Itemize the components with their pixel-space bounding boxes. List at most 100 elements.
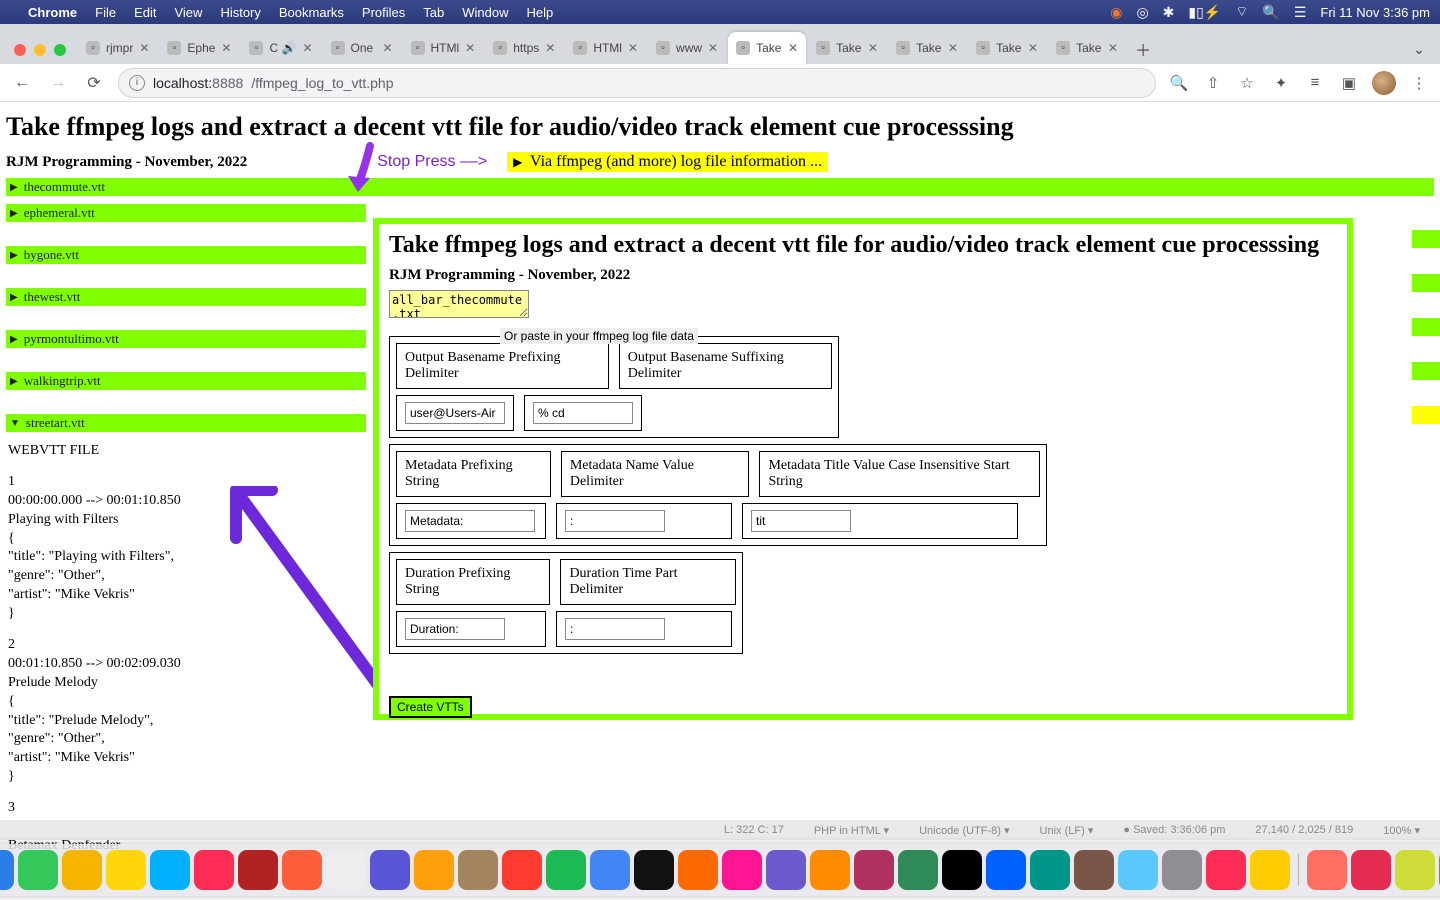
vtt-row[interactable]: ▶ ephemeral.vtt — [6, 204, 366, 222]
dock-app-icon[interactable] — [1162, 850, 1202, 890]
tab-close-icon[interactable]: ✕ — [382, 41, 392, 55]
duration-prefix-input[interactable] — [405, 618, 505, 640]
dock-app-icon[interactable] — [458, 850, 498, 890]
menu-help[interactable]: Help — [527, 5, 554, 20]
dock-app-icon[interactable] — [678, 850, 718, 890]
browser-tab[interactable]: ∘Take✕ — [968, 32, 1046, 64]
vtt-row[interactable]: ▶ pyrmontultimo.vtt — [6, 330, 366, 348]
reload-button[interactable]: ⟳ — [82, 73, 106, 93]
menu-profiles[interactable]: Profiles — [362, 5, 405, 20]
menu-window[interactable]: Window — [462, 5, 508, 20]
dock-app-icon[interactable] — [986, 850, 1026, 890]
browser-tab[interactable]: ∘Take✕ — [728, 32, 806, 64]
bluetooth-icon[interactable]: ✱ — [1163, 4, 1175, 21]
tab-close-icon[interactable]: ✕ — [708, 41, 718, 55]
profile-avatar[interactable] — [1372, 71, 1396, 95]
browser-tab[interactable]: ∘Take✕ — [808, 32, 886, 64]
dock-app-icon[interactable] — [282, 850, 322, 890]
dock-app-icon[interactable] — [766, 850, 806, 890]
menu-history[interactable]: History — [220, 5, 260, 20]
metadata-prefix-input[interactable] — [405, 510, 535, 532]
dock-app-icon[interactable] — [106, 850, 146, 890]
menu-bookmarks[interactable]: Bookmarks — [279, 5, 344, 20]
dock-app-icon[interactable] — [0, 850, 14, 890]
tab-close-icon[interactable]: ✕ — [1108, 41, 1118, 55]
duration-delimiter-input[interactable] — [565, 618, 665, 640]
site-info-icon[interactable]: i — [129, 75, 145, 91]
tab-close-icon[interactable]: ✕ — [465, 41, 475, 55]
dock-app-icon[interactable] — [1074, 850, 1114, 890]
menu-view[interactable]: View — [174, 5, 202, 20]
wifi-icon[interactable]: ⌔ — [1235, 3, 1248, 21]
window-close-button[interactable] — [14, 44, 26, 56]
side-panel-icon[interactable]: ▣ — [1338, 74, 1360, 92]
dock-app-icon[interactable] — [1030, 850, 1070, 890]
vtt-row[interactable]: ▶ walkingtrip.vtt — [6, 372, 366, 390]
window-zoom-button[interactable] — [54, 44, 66, 56]
status-record-icon[interactable]: ◎ — [1136, 4, 1148, 21]
status-app-icon[interactable]: ◉ — [1110, 4, 1122, 21]
dock-app-icon[interactable] — [942, 850, 982, 890]
tab-close-icon[interactable]: ✕ — [302, 41, 312, 55]
dock-app-icon[interactable] — [238, 850, 278, 890]
tab-close-icon[interactable]: ✕ — [139, 41, 149, 55]
menu-file[interactable]: File — [95, 5, 116, 20]
menu-edit[interactable]: Edit — [134, 5, 156, 20]
browser-tab[interactable]: ∘https✕ — [485, 32, 563, 64]
address-bar[interactable]: i localhost:8888 /ffmpeg_log_to_vtt.php — [118, 68, 1156, 98]
suffix-delimiter-input[interactable] — [533, 402, 633, 424]
tab-close-icon[interactable]: ✕ — [628, 41, 638, 55]
via-ffmpeg-link[interactable]: ▶ Via ffmpeg (and more) log file informa… — [507, 152, 828, 172]
dock-app-icon[interactable] — [898, 850, 938, 890]
dock-app-icon[interactable] — [546, 850, 586, 890]
dock-app-icon[interactable] — [722, 850, 762, 890]
dock-app-icon[interactable] — [854, 850, 894, 890]
tab-close-icon[interactable]: ✕ — [788, 41, 798, 55]
browser-tab[interactable]: ∘C 🔊✕ — [241, 32, 320, 64]
dock-app-icon[interactable] — [370, 850, 410, 890]
browser-tab[interactable]: ∘Take✕ — [888, 32, 966, 64]
dock-app-icon[interactable] — [414, 850, 454, 890]
dock-app-icon[interactable] — [1395, 850, 1435, 890]
bookmark-star-icon[interactable]: ☆ — [1236, 74, 1258, 92]
dock-app-icon[interactable] — [1206, 850, 1246, 890]
share-icon[interactable]: ⇧ — [1202, 74, 1224, 92]
reading-list-icon[interactable]: ≡ — [1304, 74, 1326, 91]
dock-app-icon[interactable] — [326, 850, 366, 890]
extensions-icon[interactable]: ✦ — [1270, 74, 1292, 92]
back-button[interactable]: ← — [10, 74, 34, 92]
dock-app-icon[interactable] — [1351, 850, 1391, 890]
dock-app-icon[interactable] — [1250, 850, 1290, 890]
vtt-row[interactable]: ▶ bygone.vtt — [6, 246, 366, 264]
metadata-delimiter-input[interactable] — [565, 510, 665, 532]
browser-tab[interactable]: ∘HTMl✕ — [565, 32, 646, 64]
dock-app-icon[interactable] — [194, 850, 234, 890]
forward-button[interactable]: → — [46, 74, 70, 92]
active-app[interactable]: Chrome — [28, 5, 77, 20]
browser-tab[interactable]: ∘www✕ — [648, 32, 726, 64]
dock-app-icon[interactable] — [502, 850, 542, 890]
vtt-row[interactable]: ▶ thewest.vtt — [6, 288, 366, 306]
dock-app-icon[interactable] — [62, 850, 102, 890]
browser-tab[interactable]: ∘HTMl✕ — [403, 32, 484, 64]
tab-close-icon[interactable]: ✕ — [868, 41, 878, 55]
dock-app-icon[interactable] — [634, 850, 674, 890]
chrome-menu-icon[interactable]: ⋮ — [1408, 74, 1430, 92]
battery-icon[interactable]: ▮▯⚡ — [1188, 4, 1221, 21]
dock-app-icon[interactable] — [150, 850, 190, 890]
vtt-row[interactable]: ▶ thecommute.vtt — [6, 178, 1434, 196]
browser-tab[interactable]: ∘One✕ — [323, 32, 401, 64]
dock-app-icon[interactable] — [590, 850, 630, 890]
tab-close-icon[interactable]: ✕ — [948, 41, 958, 55]
control-center-icon[interactable]: ☰ — [1294, 4, 1307, 21]
metadata-title-start-input[interactable] — [751, 510, 851, 532]
window-minimize-button[interactable] — [34, 44, 46, 56]
zoom-icon[interactable]: 🔍 — [1168, 74, 1190, 92]
menu-tab[interactable]: Tab — [423, 5, 444, 20]
tabs-dropdown[interactable]: ⌄ — [1404, 34, 1434, 64]
tab-close-icon[interactable]: ✕ — [545, 41, 555, 55]
menubar-clock[interactable]: Fri 11 Nov 3:36 pm — [1320, 5, 1430, 20]
new-tab-button[interactable]: ＋ — [1128, 34, 1158, 64]
browser-tab[interactable]: ∘Take✕ — [1048, 32, 1126, 64]
create-vtts-button[interactable]: Create VTTs — [389, 696, 472, 718]
